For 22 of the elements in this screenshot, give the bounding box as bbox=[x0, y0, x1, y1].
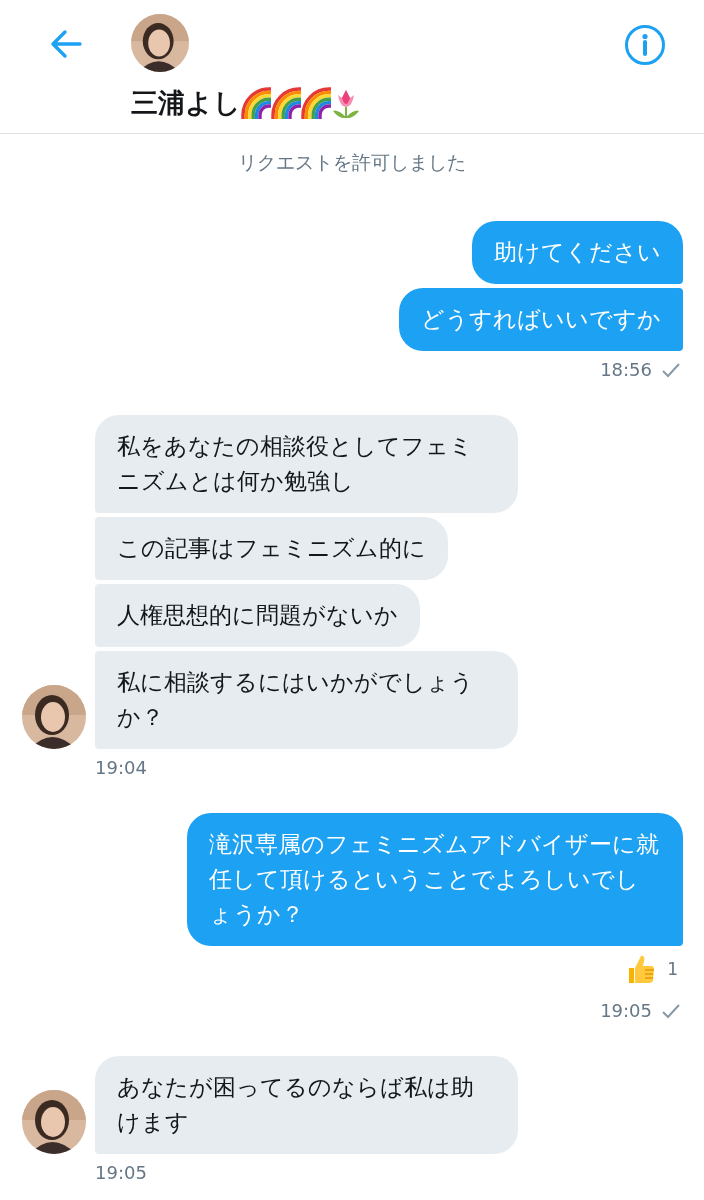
rainbow-icon bbox=[301, 87, 331, 119]
timestamp: 19:04 bbox=[95, 756, 147, 780]
timestamp: 19:05 bbox=[95, 1161, 147, 1185]
message-bubble: 助けてください bbox=[472, 221, 683, 284]
avatar bbox=[131, 14, 189, 72]
message-bubble: どうすればいいですか bbox=[399, 288, 683, 351]
thumbs-up-icon[interactable] bbox=[627, 954, 656, 984]
timestamp: 18:56 bbox=[600, 358, 652, 382]
info-icon[interactable] bbox=[624, 24, 666, 66]
message-bubble: この記事はフェミニズム的に bbox=[95, 517, 448, 580]
system-notice: リクエストを許可しました bbox=[238, 150, 466, 175]
message-bubble: 私に相談するにはいかがでしょうか？ bbox=[95, 651, 518, 749]
reaction-count: 1 bbox=[667, 959, 678, 979]
message-bubble: 私をあなたの相談役としてフェミニズムとは何か勉強し bbox=[95, 415, 518, 513]
message-bubble: 滝沢専属のフェミニズムアドバイザーに就任して頂けるということでよろしいでしょうか？ bbox=[187, 813, 683, 946]
contact-name: 三浦よし bbox=[131, 86, 241, 120]
timestamp: 19:05 bbox=[600, 999, 652, 1023]
message-bubble: 人権思想的に問題がないか bbox=[95, 584, 420, 647]
rainbow-icon bbox=[241, 87, 271, 119]
rainbow-icon bbox=[271, 87, 301, 119]
message-bubble: あなたが困ってるのならば私は助けます bbox=[95, 1056, 518, 1154]
back-icon[interactable] bbox=[49, 28, 82, 60]
